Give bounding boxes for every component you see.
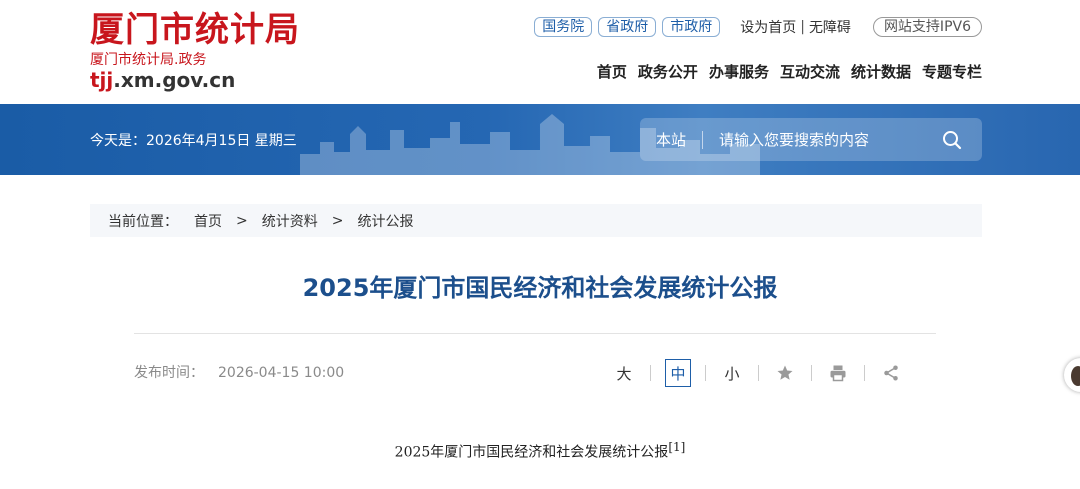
link-city-gov[interactable]: 市政府 (662, 17, 721, 37)
nav-item-services[interactable]: 办事服务 (709, 61, 769, 82)
avatar (1071, 366, 1080, 386)
link-separator: | (800, 19, 805, 35)
main-nav: 首页 政务公开 办事服务 互动交流 统计数据 专题专栏 (597, 61, 982, 82)
publish-meta: 发布时间： 2026-04-15 10:00 (134, 362, 344, 382)
link-provincial-gov[interactable]: 省政府 (598, 17, 657, 37)
breadcrumb: 当前位置： 首页 > 统计资料 > 统计公报 (90, 204, 982, 237)
today-date: 今天是：2026年4月15日 星期三 (90, 133, 297, 149)
article-title: 2025年厦门市国民经济和社会发展统计公报 (302, 274, 778, 302)
nav-item-statistics[interactable]: 统计数据 (851, 61, 911, 82)
tool-divider (811, 365, 812, 381)
publish-label: 发布时间： (134, 365, 204, 381)
tool-divider (650, 365, 651, 381)
publish-time: 2026-04-15 10:00 (218, 365, 345, 381)
nav-item-gov-affairs[interactable]: 政务公开 (638, 61, 698, 82)
article-body-heading: 2025年厦门市国民经济和社会发展统计公报[1] (0, 440, 1080, 462)
nav-item-interaction[interactable]: 互动交流 (780, 61, 840, 82)
breadcrumb-home[interactable]: 首页 (194, 211, 222, 231)
logo-domain-suffix: .xm.gov.cn (113, 68, 236, 92)
tool-divider (864, 365, 865, 381)
search-scope[interactable]: 本站 (640, 130, 704, 149)
top-links: 国务院 省政府 市政府 设为首页 | 无障碍 网站支持IPV6 (534, 17, 982, 37)
site-logo[interactable]: 厦门市统计局 厦门市统计局.政务 tjj.xm.gov.cn (90, 10, 300, 92)
search-icon (943, 130, 962, 149)
link-state-council[interactable]: 国务院 (534, 17, 593, 37)
tool-divider (758, 365, 759, 381)
breadcrumb-bulletin[interactable]: 统计公报 (357, 211, 413, 231)
floating-assistant-avatar[interactable] (1064, 358, 1080, 392)
title-divider (134, 333, 936, 334)
site-header: 厦门市统计局 厦门市统计局.政务 tjj.xm.gov.cn 国务院 省政府 市… (0, 0, 1080, 104)
font-size-medium-button[interactable]: 中 (665, 359, 691, 387)
breadcrumb-label: 当前位置： (108, 213, 178, 230)
accessibility-link[interactable]: 无障碍 (809, 17, 851, 37)
print-button[interactable] (826, 359, 850, 387)
breadcrumb-arrow: > (236, 212, 248, 229)
breadcrumb-statistics-data[interactable]: 统计资料 (262, 211, 318, 231)
font-size-small-button[interactable]: 小 (720, 359, 744, 387)
font-size-large-button[interactable]: 大 (612, 359, 636, 387)
tool-divider (705, 365, 706, 381)
breadcrumb-arrow: > (331, 212, 344, 229)
article-tools: 大 中 小 (612, 359, 903, 387)
ipv6-badge: 网站支持IPV6 (872, 17, 982, 37)
print-icon (830, 365, 846, 382)
body-heading-text: 2025年厦门市国民经济和社会发展统计公报 (394, 444, 669, 461)
share-button[interactable] (879, 359, 903, 387)
nav-item-topics[interactable]: 专题专栏 (922, 61, 982, 82)
star-icon (777, 365, 793, 380)
favorite-button[interactable] (773, 359, 797, 387)
search-box: 本站 (640, 118, 982, 161)
blue-banner: 今天是：2026年4月15日 星期三 本站 (0, 104, 1080, 175)
search-button[interactable] (932, 120, 972, 160)
footnote-ref[interactable]: [1] (668, 440, 685, 454)
logo-domain: tjj.xm.gov.cn (90, 68, 300, 92)
share-icon (884, 365, 898, 381)
logo-subtitle: 厦门市统计局.政务 (90, 52, 207, 68)
logo-title: 厦门市统计局 (90, 10, 300, 50)
set-homepage-link[interactable]: 设为首页 (740, 17, 796, 37)
nav-item-home[interactable]: 首页 (597, 61, 627, 82)
search-input[interactable] (703, 130, 932, 149)
logo-domain-prefix: tjj (90, 68, 114, 92)
